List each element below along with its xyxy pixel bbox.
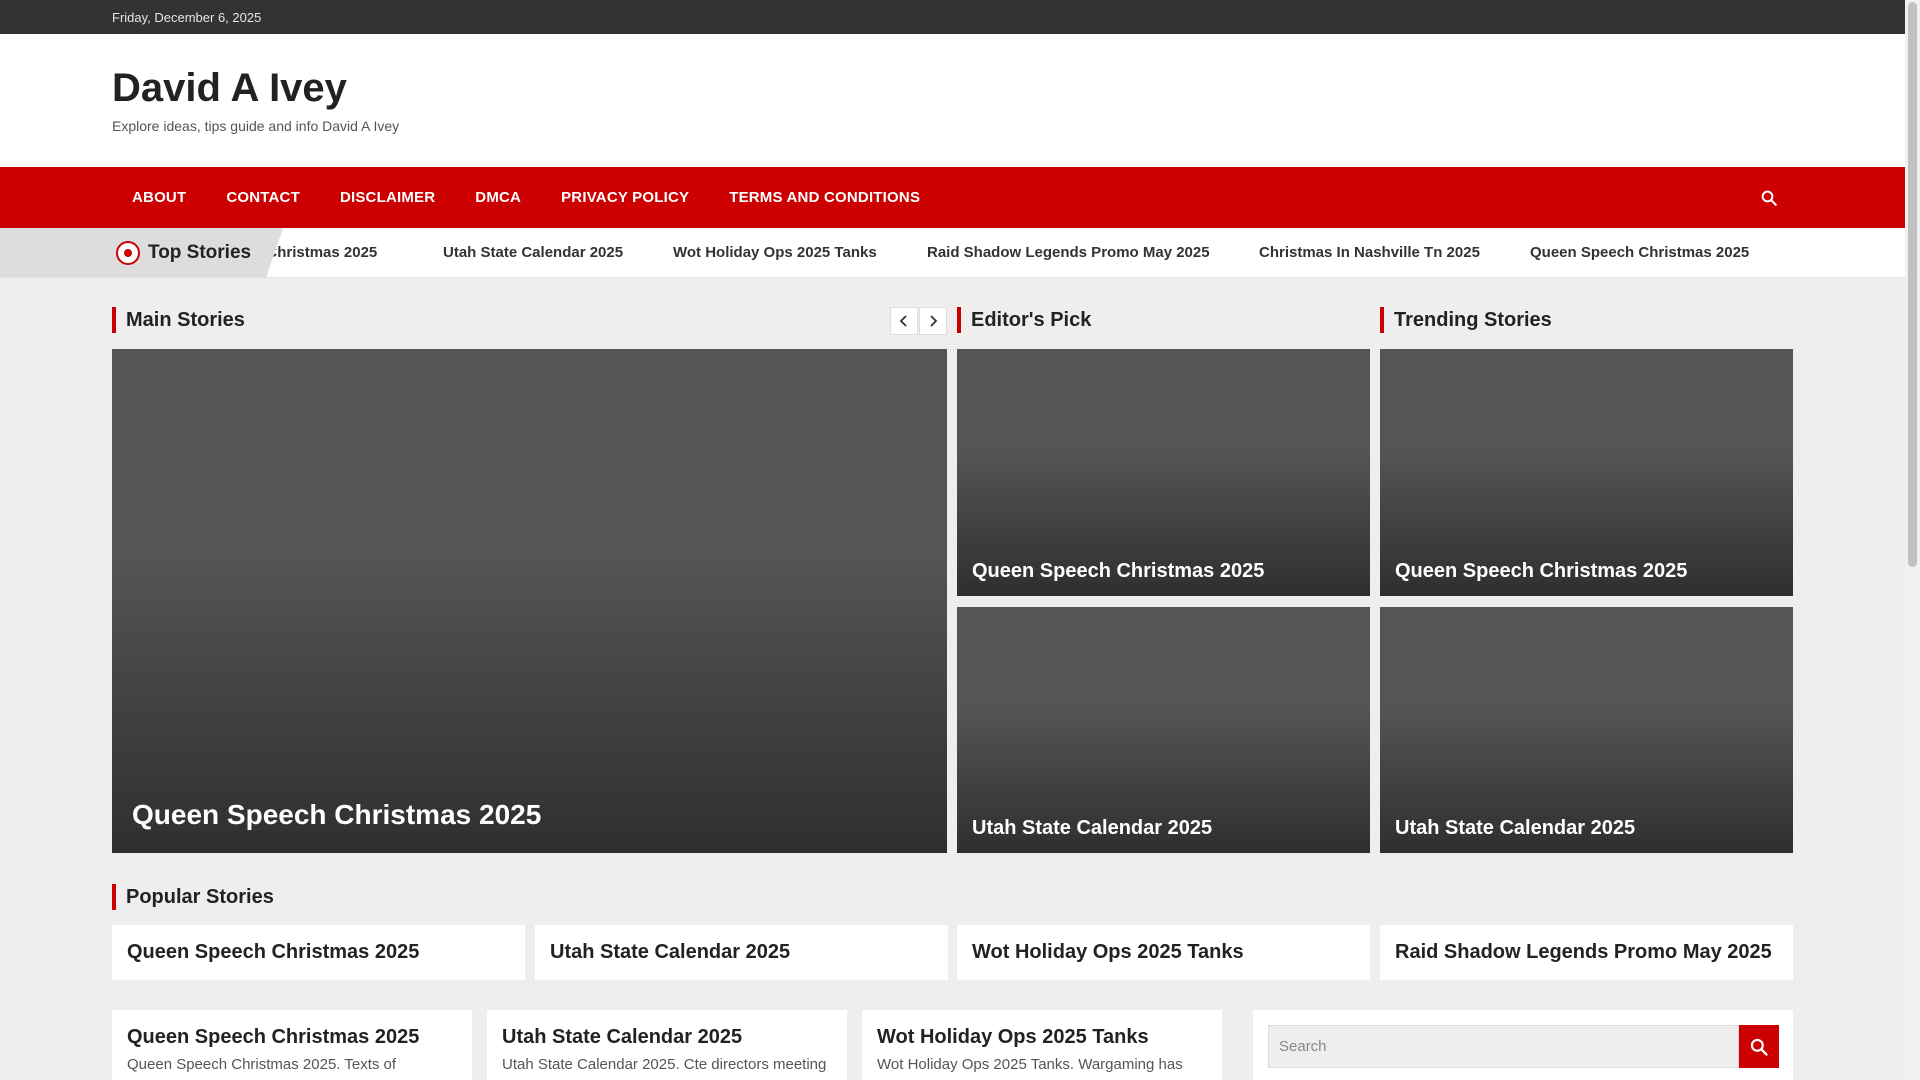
editors-pick-heading: Editor's Pick [957,307,1091,333]
search-widget [1253,1010,1793,1080]
editors-pick-title[interactable]: Utah State Calendar 2025 [972,817,1212,840]
search-input[interactable] [1268,1025,1739,1068]
nav-search-button[interactable] [1752,181,1786,215]
popular-story-card[interactable]: Queen Speech Christmas 2025 [112,925,525,980]
trending-card[interactable]: Utah State Calendar 2025 [1380,607,1793,853]
trending-card[interactable]: Queen Speech Christmas 2025 [1380,349,1793,596]
chevron-left-icon [899,315,907,327]
post-title[interactable]: Wot Holiday Ops 2025 Tanks [877,1026,1149,1049]
trending-stories-heading: Trending Stories [1380,307,1552,333]
site-header: David A Ivey Explore ideas, tips guide a… [0,34,1905,167]
main-nav: ABOUT CONTACT DISCLAIMER DMCA PRIVACY PO… [0,167,1905,228]
main-stories-heading: Main Stories [112,307,245,333]
live-dot-icon [116,241,140,265]
post-title[interactable]: Queen Speech Christmas 2025 [127,1026,419,1049]
post-excerpt: Queen Speech Christmas 2025. Texts of [127,1056,397,1073]
editors-pick-card[interactable]: Utah State Calendar 2025 [957,607,1370,853]
main-story-title[interactable]: Queen Speech Christmas 2025 [132,799,541,831]
trending-title[interactable]: Queen Speech Christmas 2025 [1395,560,1687,583]
nav-item-contact[interactable]: CONTACT [206,167,320,228]
trending-title[interactable]: Utah State Calendar 2025 [1395,817,1635,840]
popular-story-title[interactable]: Queen Speech Christmas 2025 [127,941,419,964]
site-title[interactable]: David A Ivey [112,66,347,111]
post-excerpt: Utah State Calendar 2025. Cte directors … [502,1056,827,1073]
popular-story-title[interactable]: Raid Shadow Legends Promo May 2025 [1395,941,1772,964]
site-tagline: Explore ideas, tips guide and info David… [112,118,400,134]
popular-story-card[interactable]: Wot Holiday Ops 2025 Tanks [957,925,1370,980]
top-bar: Friday, December 6, 2025 [0,0,1905,34]
page-scrollbar[interactable] [1905,0,1920,1080]
ticker-label: Top Stories [148,242,252,263]
ticker-item[interactable]: Raid Shadow Legends Promo May 2025 [927,244,1210,261]
nav-item-terms[interactable]: TERMS AND CONDITIONS [709,167,940,228]
top-stories-ticker: Queen Speech Christmas 2025 Utah State C… [0,228,1905,278]
nav-item-disclaimer[interactable]: DISCLAIMER [320,167,455,228]
post-card[interactable]: Utah State Calendar 2025 Utah State Cale… [487,1010,847,1080]
main-story-card[interactable]: Queen Speech Christmas 2025 [112,349,947,853]
nav-item-privacy-policy[interactable]: PRIVACY POLICY [541,167,709,228]
post-title[interactable]: Utah State Calendar 2025 [502,1026,742,1049]
slider-prev-button[interactable] [890,307,918,335]
scrollbar-thumb[interactable] [1908,2,1917,567]
post-card[interactable]: Queen Speech Christmas 2025 Queen Speech… [112,1010,472,1080]
nav-item-about[interactable]: ABOUT [112,167,206,228]
ticker-item[interactable]: Wot Holiday Ops 2025 Tanks [673,244,877,261]
editors-pick-card[interactable]: Queen Speech Christmas 2025 [957,349,1370,596]
popular-stories-heading: Popular Stories [112,884,274,910]
popular-story-title[interactable]: Wot Holiday Ops 2025 Tanks [972,941,1244,964]
ticker-item[interactable]: Utah State Calendar 2025 [443,244,623,261]
search-submit-button[interactable] [1739,1025,1779,1068]
current-date: Friday, December 6, 2025 [112,10,262,25]
popular-story-card[interactable]: Utah State Calendar 2025 [535,925,948,980]
search-icon [1761,190,1777,206]
chevron-right-icon [930,315,938,327]
post-card[interactable]: Wot Holiday Ops 2025 Tanks Wot Holiday O… [862,1010,1222,1080]
ticker-item[interactable]: Christmas In Nashville Tn 2025 [1259,244,1480,261]
slider-next-button[interactable] [919,307,947,335]
editors-pick-title[interactable]: Queen Speech Christmas 2025 [972,560,1264,583]
popular-story-title[interactable]: Utah State Calendar 2025 [550,941,790,964]
search-icon [1750,1038,1768,1056]
ticker-item[interactable]: Queen Speech Christmas 2025 [1530,244,1749,261]
popular-story-card[interactable]: Raid Shadow Legends Promo May 2025 [1380,925,1793,980]
nav-item-dmca[interactable]: DMCA [455,167,541,228]
post-excerpt: Wot Holiday Ops 2025 Tanks. Wargaming ha… [877,1056,1183,1073]
nav-menu: ABOUT CONTACT DISCLAIMER DMCA PRIVACY PO… [112,167,940,228]
